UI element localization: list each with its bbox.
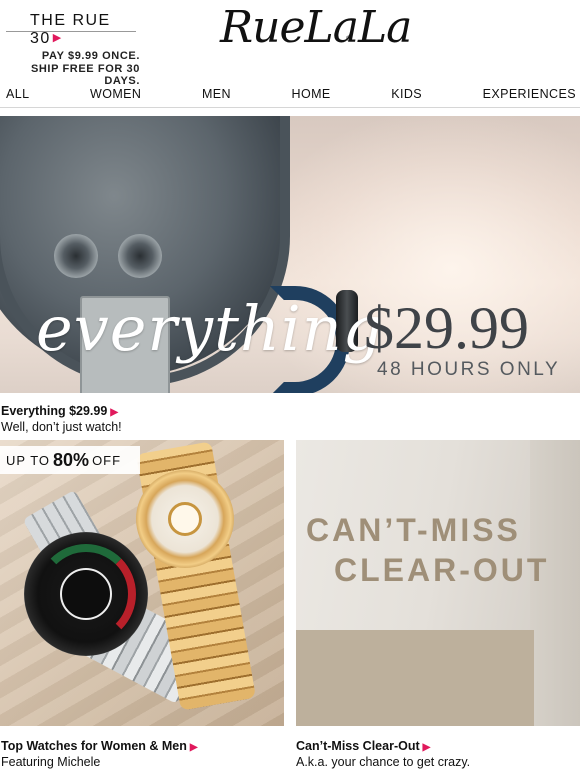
nav-item-home[interactable]: HOME bbox=[292, 87, 331, 101]
clearout-caption-title-link[interactable]: Can’t-Miss Clear-Out ▶ bbox=[296, 739, 430, 753]
hero-subline: 48 HOURS ONLY bbox=[377, 359, 561, 380]
viewer-eyepiece-left bbox=[54, 234, 98, 278]
hero-price: $29.99 bbox=[364, 295, 529, 361]
clearout-headline-line2: CLEAR-OUT bbox=[334, 552, 550, 588]
nav-item-men[interactable]: MEN bbox=[202, 87, 231, 101]
ruelala-logo[interactable]: RueLaLa ® bbox=[220, 2, 412, 64]
right-triangle-icon: ▶ bbox=[110, 407, 119, 418]
hero-caption-title-link[interactable]: Everything $29.99 ▶ bbox=[1, 404, 118, 418]
email-header: THE RUE 30 ▶ PAY $9.99 ONCE. SHIP FREE FO… bbox=[0, 0, 580, 87]
right-triangle-icon: ▶ bbox=[52, 32, 63, 44]
nav-item-experiences[interactable]: EXPERIENCES bbox=[483, 87, 576, 101]
registered-mark: ® bbox=[346, 36, 352, 43]
discount-badge: UP TO 80% OFF bbox=[0, 446, 140, 474]
viewer-eyepiece-right bbox=[118, 234, 162, 278]
logo-wordmark: RueLaLa bbox=[220, 2, 412, 53]
rue30-title: THE RUE 30 bbox=[30, 12, 111, 47]
clearout-caption-title: Can’t-Miss Clear-Out bbox=[296, 739, 420, 753]
hero-headline: everything bbox=[36, 292, 384, 365]
black-watch-face bbox=[60, 568, 112, 620]
gold-watch-face bbox=[168, 502, 202, 536]
hero-caption-subtitle: Well, don’t just watch! bbox=[1, 420, 122, 434]
watches-caption: Top Watches for Women & Men ▶ Featuring M… bbox=[1, 737, 198, 769]
nav-item-kids[interactable]: KIDS bbox=[391, 87, 422, 101]
rue30-promo-link[interactable]: THE RUE 30 ▶ PAY $9.99 ONCE. SHIP FREE FO… bbox=[6, 12, 146, 87]
clearout-caption: Can’t-Miss Clear-Out ▶ A.k.a. your chance… bbox=[296, 737, 470, 769]
watches-caption-subtitle: Featuring Michele bbox=[1, 755, 101, 769]
nav-item-women[interactable]: WOMEN bbox=[90, 87, 141, 101]
hero-banner[interactable]: everything $29.99 48 HOURS ONLY bbox=[0, 116, 580, 393]
hero-caption-title: Everything $29.99 bbox=[1, 404, 108, 418]
clearout-headline-line1: CAN’T-MISS bbox=[306, 512, 521, 548]
right-triangle-icon: ▶ bbox=[189, 742, 198, 753]
clearout-floor-block bbox=[296, 630, 534, 726]
watches-caption-title: Top Watches for Women & Men bbox=[1, 739, 187, 753]
badge-suffix: OFF bbox=[92, 452, 122, 468]
badge-prefix: UP TO bbox=[6, 452, 51, 468]
rue30-divider bbox=[6, 31, 136, 32]
category-nav: ALL WOMEN MEN HOME KIDS EXPERIENCES bbox=[0, 80, 580, 108]
right-triangle-icon: ▶ bbox=[422, 742, 431, 753]
badge-percent: 80% bbox=[53, 449, 90, 470]
nav-item-all[interactable]: ALL bbox=[6, 87, 29, 101]
hero-caption: Everything $29.99 ▶ Well, don’t just watc… bbox=[1, 402, 122, 434]
watches-caption-title-link[interactable]: Top Watches for Women & Men ▶ bbox=[1, 739, 198, 753]
rue30-line-price: PAY $9.99 ONCE. bbox=[41, 50, 140, 62]
clearout-caption-subtitle: A.k.a. your chance to get crazy. bbox=[296, 755, 471, 769]
clearout-tile[interactable]: CAN’T-MISS CLEAR-OUT bbox=[296, 440, 580, 726]
